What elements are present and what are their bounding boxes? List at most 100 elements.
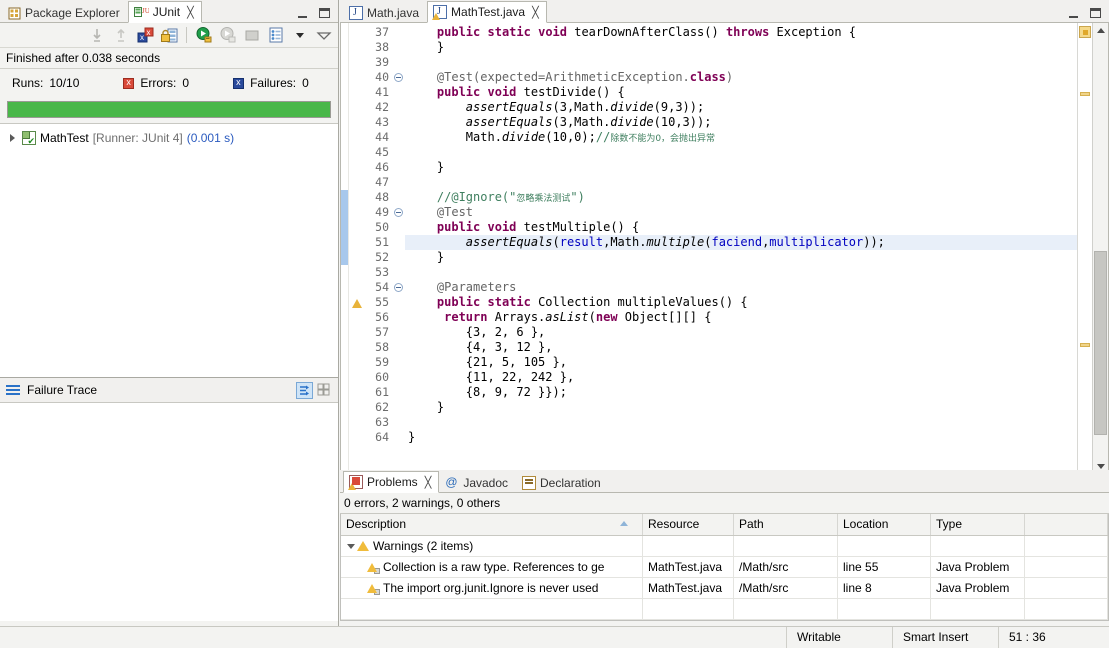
editor-vertical-scrollbar[interactable] [1092, 23, 1108, 474]
tab-label: Package Explorer [25, 6, 120, 20]
compare-result-icon[interactable] [316, 382, 333, 399]
code-line[interactable]: @Parameters [405, 280, 1077, 295]
overview-ruler[interactable] [1077, 23, 1092, 474]
code-line[interactable]: @Test(expected=ArithmeticException.class… [405, 70, 1077, 85]
tab-math-java[interactable]: Math.java [343, 2, 427, 23]
tab-package-explorer[interactable]: Package Explorer [2, 2, 128, 23]
close-icon[interactable]: ╳ [187, 6, 194, 19]
stop-icon[interactable] [242, 25, 262, 45]
cell-description[interactable]: Collection is a raw type. References to … [341, 557, 643, 577]
cell-empty [341, 599, 643, 619]
folding-ruler[interactable] [393, 23, 405, 474]
table-row[interactable]: The import org.junit.Ignore is never use… [341, 578, 1108, 599]
view-menu-icon[interactable] [314, 25, 334, 45]
code-line[interactable]: {8, 9, 72 }}); [405, 385, 1077, 400]
code-line[interactable]: Math.divide(10,0);//除数不能为0，会抛出异常 [405, 130, 1077, 145]
maximize-icon[interactable] [1089, 8, 1103, 20]
view-window-controls [296, 8, 338, 22]
failure-trace-title: Failure Trace [27, 383, 98, 397]
rerun-test-icon[interactable] [194, 25, 214, 45]
tree-item-mathtest[interactable]: MathTest [Runner: JUnit 4] (0.001 s) [0, 129, 338, 147]
expand-twisty-icon[interactable] [8, 133, 18, 143]
editor-tabstrip: Math.java MathTest.java ╳ [340, 0, 1109, 23]
failure-trace-header: Failure Trace [0, 377, 338, 403]
problems-table[interactable]: Description Resource Path Location Type … [340, 514, 1109, 621]
code-line[interactable]: assertEquals(result,Math.multiple(facien… [405, 235, 1077, 250]
code-line[interactable]: return Arrays.asList(new Object[][] { [405, 310, 1077, 325]
line-number: 41 [375, 85, 389, 99]
table-row[interactable]: Collection is a raw type. References to … [341, 557, 1108, 578]
code-line[interactable]: } [405, 40, 1077, 55]
code-line[interactable] [405, 145, 1077, 160]
test-run-history-icon[interactable] [266, 25, 286, 45]
cell-description[interactable]: The import org.junit.Ignore is never use… [341, 578, 643, 598]
fold-collapse-icon[interactable] [394, 283, 403, 292]
table-row-group[interactable]: Warnings (2 items) [341, 536, 1108, 557]
line-number: 45 [375, 145, 389, 159]
filter-stack-trace-icon[interactable] [296, 381, 313, 399]
rerun-failed-icon[interactable] [218, 25, 238, 45]
group-label: Warnings (2 items) [373, 539, 474, 553]
code-line[interactable]: {4, 3, 12 }, [405, 340, 1077, 355]
tab-mathtest-java[interactable]: MathTest.java ╳ [427, 1, 547, 23]
overview-warning-mark[interactable] [1080, 92, 1090, 96]
code-line[interactable] [405, 175, 1077, 190]
group-cell[interactable]: Warnings (2 items) [341, 536, 643, 556]
minimize-icon[interactable] [296, 8, 310, 20]
changed-lines-marker [341, 190, 348, 265]
line-number-ruler: 37 38 39 40 41 42 43 44 45 46 47 48 49 50 51 52 53 54 55 56… [363, 23, 393, 474]
line-number: 54 [375, 280, 389, 294]
maximize-icon[interactable] [318, 8, 332, 20]
code-line[interactable] [405, 265, 1077, 280]
fold-collapse-icon[interactable] [394, 73, 403, 82]
source-code-text[interactable]: public static void tearDownAfterClass() … [405, 23, 1077, 474]
code-line[interactable] [405, 55, 1077, 70]
code-line[interactable]: public void testDivide() { [405, 85, 1077, 100]
minimize-icon[interactable] [1067, 8, 1081, 20]
code-line[interactable]: } [405, 250, 1077, 265]
code-line[interactable]: } [405, 400, 1077, 415]
column-header-description[interactable]: Description [341, 514, 643, 535]
column-header-resource[interactable]: Resource [643, 514, 734, 535]
code-line[interactable]: public static void tearDownAfterClass() … [405, 25, 1077, 40]
code-line[interactable]: {11, 22, 242 }, [405, 370, 1077, 385]
close-icon[interactable]: ╳ [425, 476, 432, 489]
show-failures-only-icon[interactable]: xx [135, 25, 155, 45]
fold-collapse-icon[interactable] [394, 208, 403, 217]
code-line[interactable]: assertEquals(3,Math.divide(9,3)); [405, 100, 1077, 115]
code-line[interactable] [405, 415, 1077, 430]
annotation-ruler[interactable] [349, 23, 363, 474]
view-menu-dropdown-icon[interactable] [290, 25, 310, 45]
scrollbar-thumb[interactable] [1094, 251, 1107, 435]
code-line[interactable]: @Test [405, 205, 1077, 220]
tab-junit[interactable]: JU JUnit ╳ [127, 1, 202, 23]
problems-tabstrip: Problems ╳ Javadoc Declaration [340, 470, 1109, 493]
code-line[interactable]: {21, 5, 105 }, [405, 355, 1077, 370]
column-header-path[interactable]: Path [734, 514, 838, 535]
collapse-twisty-icon[interactable] [346, 542, 355, 551]
code-line[interactable]: {3, 2, 6 }, [405, 325, 1077, 340]
code-line[interactable]: public void testMultiple() { [405, 220, 1077, 235]
overview-warning-mark[interactable] [1080, 343, 1090, 347]
next-failure-icon[interactable] [87, 25, 107, 45]
code-line[interactable]: } [405, 430, 1077, 445]
code-line[interactable]: assertEquals(3,Math.divide(10,3)); [405, 115, 1077, 130]
runs-group: Runs: 10/10 [12, 76, 79, 90]
code-line[interactable]: public static Collection multipleValues(… [405, 295, 1077, 310]
junit-results-tree[interactable]: MathTest [Runner: JUnit 4] (0.001 s) [0, 123, 338, 377]
junit-view-panel: Package Explorer JU JUnit ╳ xx Finished … [0, 0, 339, 627]
code-line[interactable]: } [405, 160, 1077, 175]
lock-scroll-icon[interactable] [159, 25, 179, 45]
tab-problems[interactable]: Problems ╳ [343, 471, 440, 493]
tab-javadoc[interactable]: Javadoc [439, 472, 516, 493]
scroll-up-arrow-icon[interactable] [1093, 23, 1108, 38]
svg-text:x: x [147, 28, 151, 37]
close-icon[interactable]: ╳ [532, 6, 539, 19]
code-editor[interactable]: 37 38 39 40 41 42 43 44 45 46 47 48 49 50 51 52 53 54 55 56… [340, 23, 1109, 475]
column-header-location[interactable]: Location [838, 514, 931, 535]
previous-failure-icon[interactable] [111, 25, 131, 45]
tab-declaration[interactable]: Declaration [516, 472, 609, 493]
code-line[interactable]: //@Ignore("忽略乘法测试") [405, 190, 1077, 205]
warning-marker-icon[interactable] [350, 296, 363, 309]
column-header-type[interactable]: Type [931, 514, 1025, 535]
